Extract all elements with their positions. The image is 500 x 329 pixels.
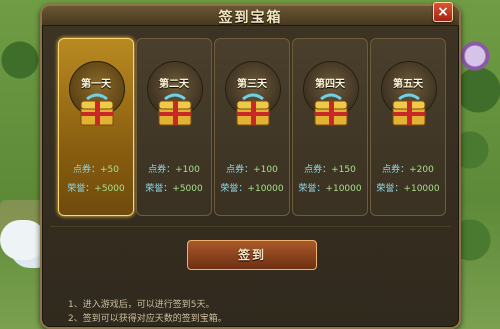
treasure-chest-icon — [158, 93, 192, 126]
day-card-4[interactable]: 第四天 点券： +150 荣誉： +10000 — [292, 38, 368, 216]
game-character — [455, 38, 499, 74]
honor-label: 荣誉： — [67, 184, 95, 194]
honor-label: 荣誉： — [145, 184, 173, 194]
sign-in-button[interactable]: 签到 — [187, 240, 317, 270]
honor-label: 荣誉： — [298, 184, 326, 194]
honor-value: +10000 — [403, 184, 440, 194]
dialog-titlebar: 签到宝箱 — [42, 6, 459, 26]
close-button[interactable]: × — [433, 2, 453, 22]
points-label: 点券： — [72, 165, 100, 175]
points-label: 点券： — [148, 165, 176, 175]
day-label: 第五天 — [393, 79, 423, 90]
treasure-chest-icon — [392, 93, 426, 126]
treasure-chest-icon — [236, 93, 270, 126]
day-card-3[interactable]: 第三天 点券： +100 荣誉： +10000 — [214, 38, 290, 216]
instruction-line-2: 2、签到可以获得对应天数的签到宝箱。 — [68, 314, 227, 324]
points-value: +100 — [253, 165, 278, 175]
honor-value: +10000 — [325, 184, 362, 194]
instructions: 1、进入游戏后，可以进行签到5天。 2、签到可以获得对应天数的签到宝箱。 — [68, 298, 227, 326]
points-label: 点券： — [226, 165, 254, 175]
sign-in-chest-dialog: 签到宝箱 第一天 点券： +50 荣誉： +5000 第二天 点券： +100 荣誉 — [40, 4, 461, 329]
treasure-chest-icon — [314, 93, 348, 126]
dialog-title: 签到宝箱 — [218, 10, 283, 26]
points-value: +100 — [175, 165, 200, 175]
points-value: +150 — [331, 165, 356, 175]
day-label: 第四天 — [315, 79, 345, 90]
points-label: 点券： — [304, 165, 332, 175]
day-label: 第三天 — [237, 79, 267, 90]
day-label: 第一天 — [81, 79, 111, 90]
day-card-1[interactable]: 第一天 点券： +50 荣誉： +5000 — [58, 38, 134, 216]
honor-label: 荣誉： — [376, 184, 404, 194]
treasure-chest-icon — [80, 93, 114, 126]
day-card-5[interactable]: 第五天 点券： +200 荣誉： +10000 — [370, 38, 446, 216]
points-label: 点券： — [382, 165, 410, 175]
points-value: +50 — [100, 165, 119, 175]
honor-label: 荣誉： — [220, 184, 248, 194]
day-label: 第二天 — [159, 79, 189, 90]
honor-value: +10000 — [247, 184, 284, 194]
honor-value: +5000 — [172, 184, 203, 194]
instruction-line-1: 1、进入游戏后，可以进行签到5天。 — [68, 300, 215, 310]
points-value: +200 — [409, 165, 434, 175]
honor-value: +5000 — [94, 184, 125, 194]
day-card-2[interactable]: 第二天 点券： +100 荣誉： +5000 — [136, 38, 212, 216]
divider — [50, 226, 451, 227]
